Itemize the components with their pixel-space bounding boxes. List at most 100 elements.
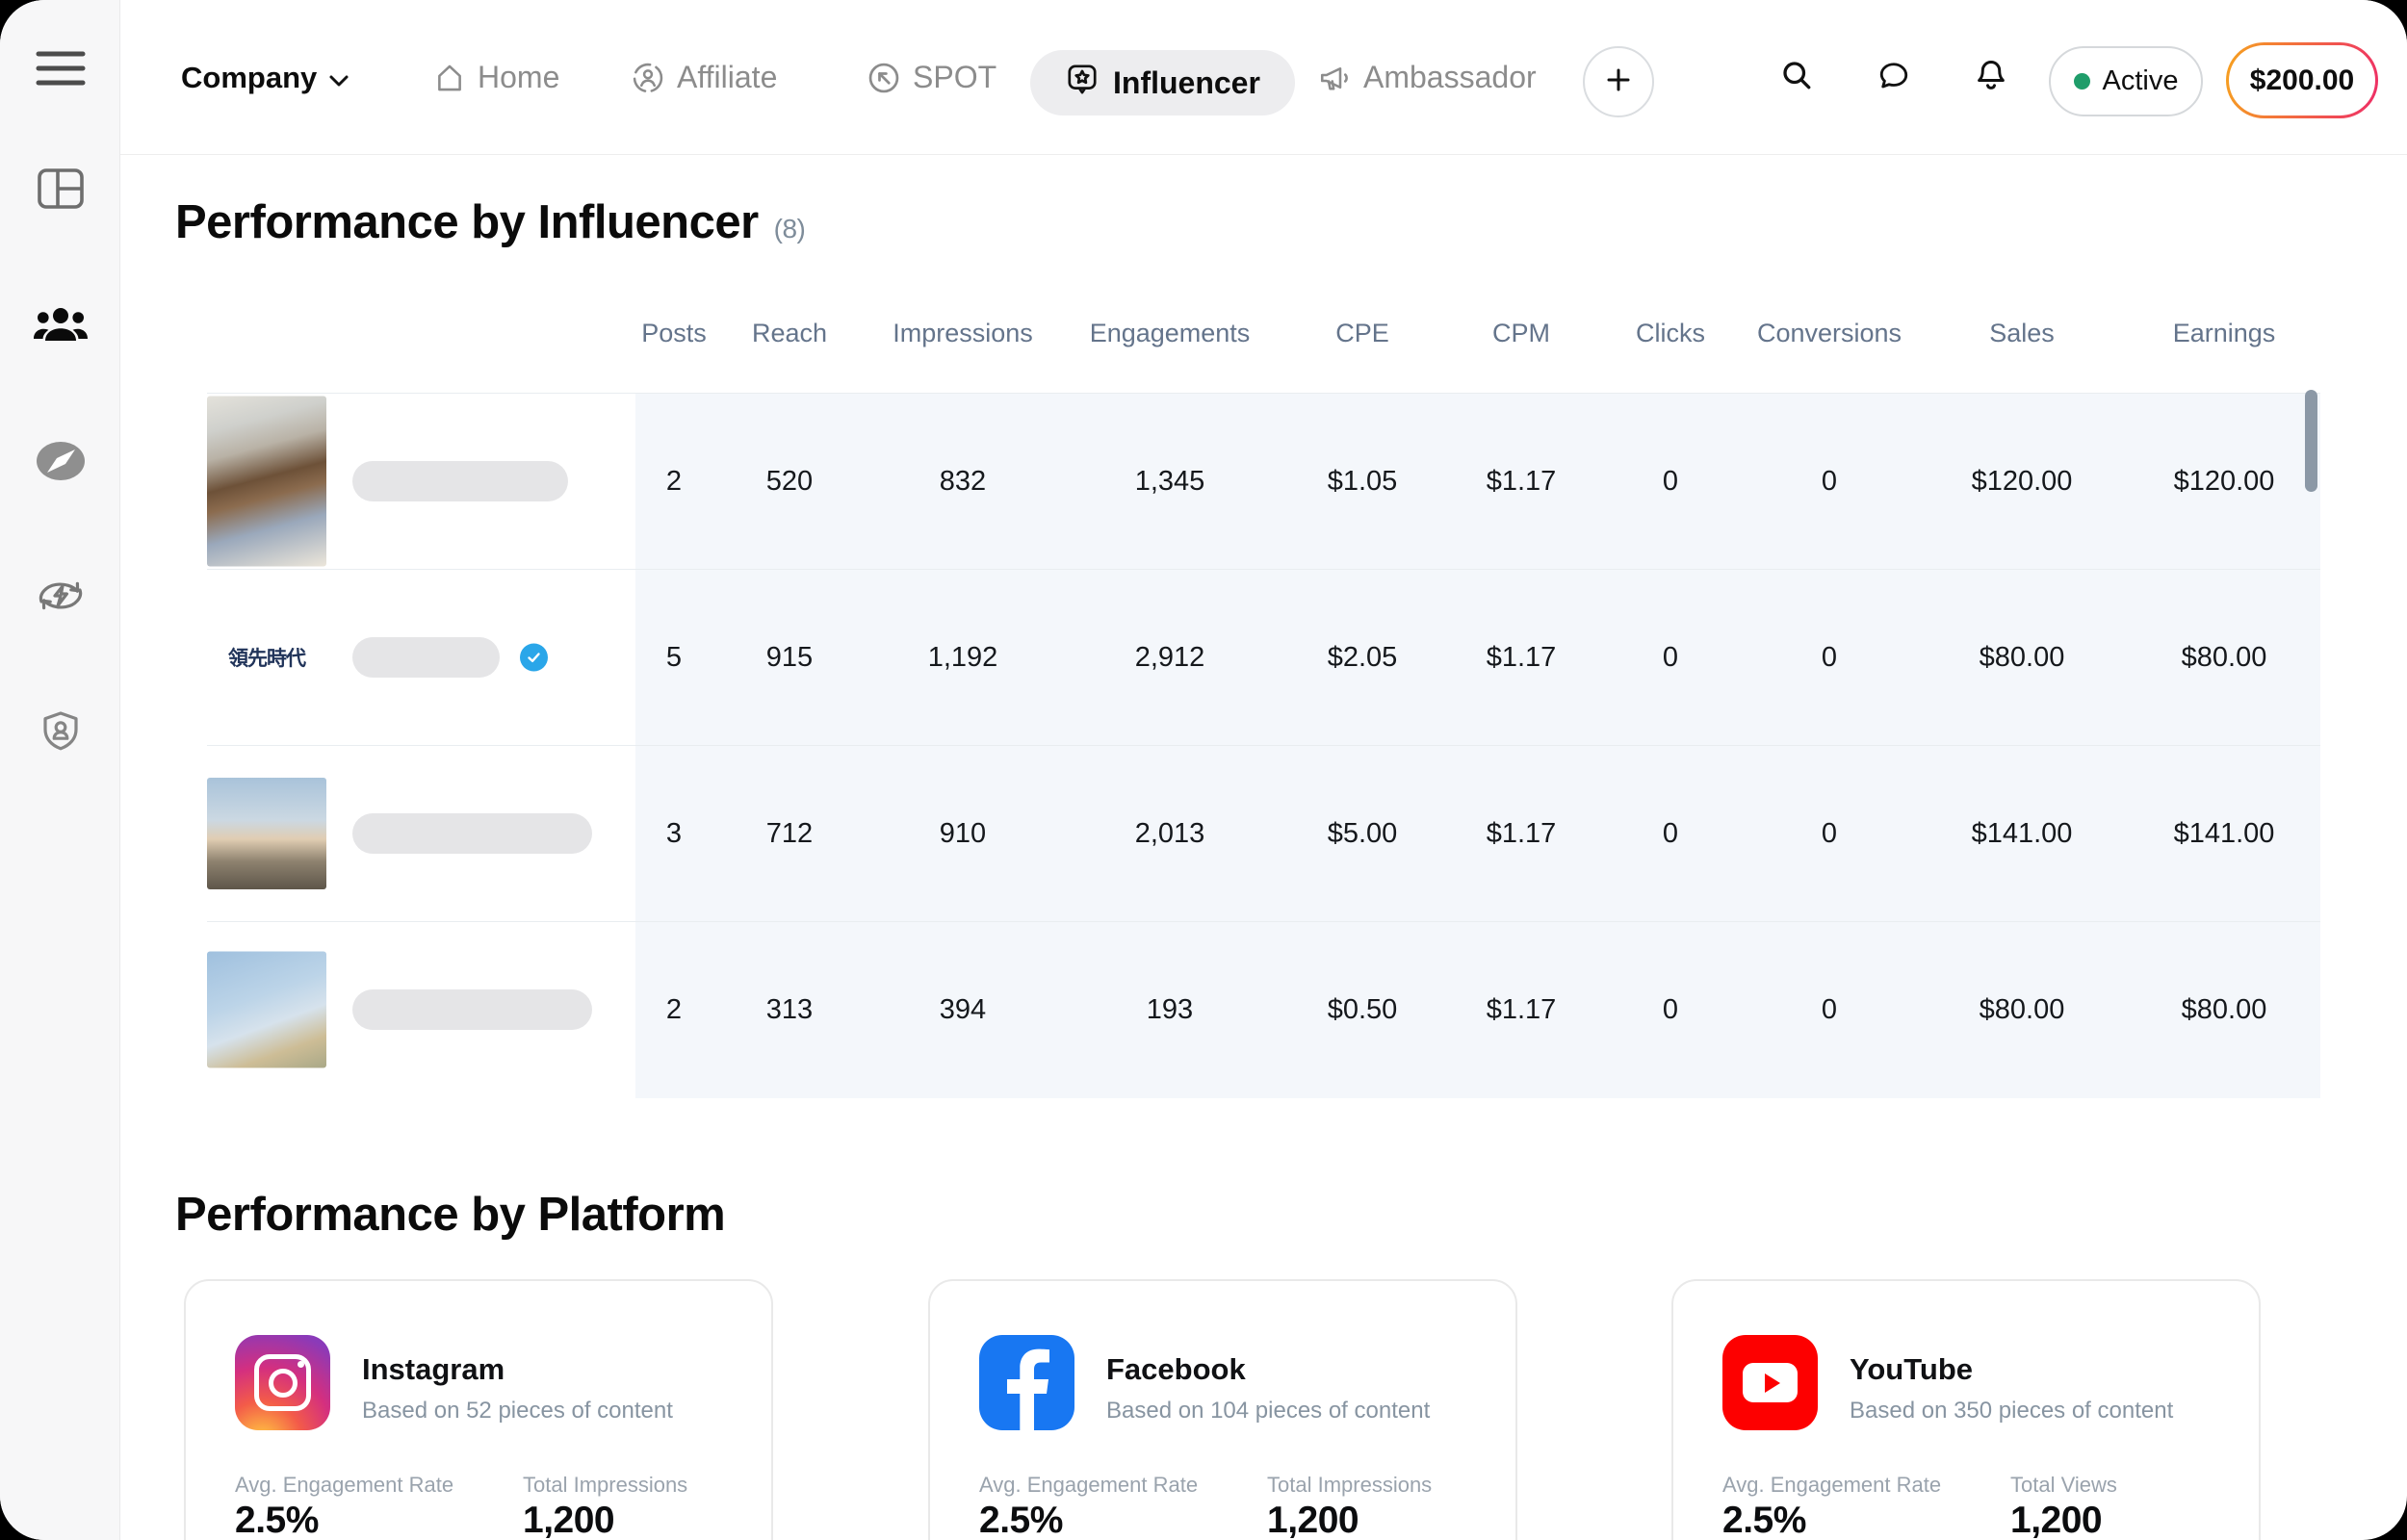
- sidebar-item-security[interactable]: [0, 697, 120, 766]
- stat-value-impressions: 1,200: [523, 1500, 614, 1540]
- stat-label-views: Total Views: [2010, 1473, 2117, 1498]
- cell-reach: 915: [712, 642, 867, 674]
- sidebar-item-dashboard[interactable]: [0, 154, 120, 223]
- company-selector[interactable]: Company: [181, 0, 349, 155]
- cell-cpe: $0.50: [1281, 994, 1444, 1026]
- sidebar-item-discover[interactable]: [0, 426, 120, 496]
- row-metrics: 3 712 910 2,013 $5.00 $1.17 0 0 $141.00 …: [635, 746, 2320, 921]
- cell-posts: 5: [635, 642, 712, 674]
- influencer-name-skeleton: [352, 813, 592, 854]
- facebook-icon: [979, 1335, 1074, 1430]
- instagram-icon: [235, 1335, 330, 1430]
- sync-bolt-icon: [36, 576, 86, 616]
- table-scrollbar[interactable]: [2305, 390, 2317, 492]
- cell-earnings: $80.00: [2128, 994, 2320, 1026]
- balance-amount: $200.00: [2250, 64, 2354, 97]
- influencer-name-skeleton: [352, 461, 568, 501]
- tab-ambassador[interactable]: Ambassador: [1317, 0, 1537, 155]
- company-label: Company: [181, 61, 317, 95]
- sidebar-item-influencers[interactable]: [0, 289, 120, 358]
- stat-value-engagement: 2.5%: [979, 1500, 1063, 1540]
- tab-home[interactable]: Home: [433, 0, 559, 155]
- status-selector[interactable]: Active: [2049, 46, 2203, 116]
- search-button[interactable]: [1768, 0, 1825, 155]
- spot-arrow-icon: [867, 61, 901, 95]
- cell-posts: 3: [635, 818, 712, 850]
- col-conversions: Conversions: [1743, 319, 1916, 348]
- table-header-row: Posts Reach Impressions Engagements CPE …: [635, 319, 2320, 348]
- tab-home-label: Home: [478, 60, 559, 95]
- balance-button[interactable]: $200.00: [2226, 42, 2378, 118]
- table-row[interactable]: 2 313 394 193 $0.50 $1.17 0 0 $80.00 $80…: [207, 921, 2320, 1097]
- people-group-icon: [33, 304, 89, 343]
- cell-cpm: $1.17: [1444, 466, 1598, 498]
- cell-impressions: 910: [867, 818, 1059, 850]
- influencer-avatar: [207, 397, 326, 567]
- influencer-avatar: [207, 952, 326, 1068]
- platform-name: YouTube: [1850, 1352, 1973, 1387]
- cell-earnings: $141.00: [2128, 818, 2320, 850]
- plus-icon: [1604, 65, 1633, 99]
- row-metrics: 2 313 394 193 $0.50 $1.17 0 0 $80.00 $80…: [635, 922, 2320, 1097]
- cell-conversions: 0: [1743, 994, 1916, 1026]
- influencer-count: (8): [774, 214, 806, 244]
- instagram-camera-dot: [298, 1361, 304, 1368]
- influencer-section-title-text: Performance by Influencer: [175, 196, 759, 248]
- table-row[interactable]: 2 520 832 1,345 $1.05 $1.17 0 0 $120.00 …: [207, 393, 2320, 569]
- cell-reach: 712: [712, 818, 867, 850]
- col-sales: Sales: [1916, 319, 2128, 348]
- stat-label-impressions: Total Impressions: [523, 1473, 687, 1498]
- cell-sales: $80.00: [1916, 994, 2128, 1026]
- cell-conversions: 0: [1743, 466, 1916, 498]
- col-earnings: Earnings: [2128, 319, 2320, 348]
- cell-impressions: 1,192: [867, 642, 1059, 674]
- cell-engagements: 193: [1059, 994, 1281, 1026]
- stat-label-impressions: Total Impressions: [1267, 1473, 1432, 1498]
- tab-spot[interactable]: SPOT: [867, 0, 996, 155]
- tab-influencer-label: Influencer: [1113, 65, 1260, 101]
- chevron-down-icon: [328, 61, 349, 95]
- influencer-section-title: Performance by Influencer (8): [175, 195, 805, 249]
- stat-value-impressions: 1,200: [1267, 1500, 1359, 1540]
- bell-icon: [1973, 57, 2009, 98]
- table-row[interactable]: 領先時代 5 915 1,192 2,912 $2.05 $1.17 0 0 $…: [207, 569, 2320, 745]
- col-reach: Reach: [712, 319, 867, 348]
- col-posts: Posts: [635, 319, 712, 348]
- messages-button[interactable]: [1865, 0, 1923, 155]
- cell-earnings: $80.00: [2128, 642, 2320, 674]
- home-icon: [433, 62, 466, 94]
- cell-cpm: $1.17: [1444, 818, 1598, 850]
- stat-value-views: 1,200: [2010, 1500, 2102, 1540]
- influencer-avatar-logo: 領先時代: [207, 619, 326, 696]
- status-label: Active: [2103, 65, 2179, 97]
- cell-conversions: 0: [1743, 818, 1916, 850]
- tab-affiliate[interactable]: Affiliate: [631, 0, 777, 155]
- chat-bubble-icon: [1876, 58, 1911, 97]
- add-tab-button[interactable]: [1583, 46, 1654, 117]
- hamburger-menu-button[interactable]: [0, 34, 120, 103]
- cell-posts: 2: [635, 994, 712, 1026]
- cell-posts: 2: [635, 466, 712, 498]
- top-navigation: Company Home Affiliate SPOT: [120, 0, 2407, 155]
- influencer-badge-icon: [1065, 62, 1100, 104]
- platform-card-youtube: YouTube Based on 350 pieces of content A…: [1671, 1279, 2261, 1540]
- notifications-button[interactable]: [1962, 0, 2020, 155]
- cell-cpm: $1.17: [1444, 642, 1598, 674]
- cell-cpe: $2.05: [1281, 642, 1444, 674]
- instagram-camera-lens: [269, 1369, 298, 1398]
- table-row[interactable]: 3 712 910 2,013 $5.00 $1.17 0 0 $141.00 …: [207, 745, 2320, 921]
- dashboard-layout-icon: [37, 167, 85, 210]
- col-impressions: Impressions: [867, 319, 1059, 348]
- cell-cpm: $1.17: [1444, 994, 1598, 1026]
- facebook-f-glyph: [1002, 1348, 1052, 1430]
- tab-influencer-active[interactable]: Influencer: [1030, 50, 1295, 116]
- influencer-table: 2 520 832 1,345 $1.05 $1.17 0 0 $120.00 …: [207, 393, 2320, 1098]
- stat-value-engagement: 2.5%: [235, 1500, 319, 1540]
- search-icon: [1779, 58, 1814, 97]
- sidebar: [0, 0, 120, 1540]
- shield-person-icon: [38, 708, 84, 755]
- cell-engagements: 2,912: [1059, 642, 1281, 674]
- sidebar-item-automation[interactable]: [0, 561, 120, 630]
- tab-ambassador-label: Ambassador: [1363, 60, 1537, 95]
- row-metrics: 2 520 832 1,345 $1.05 $1.17 0 0 $120.00 …: [635, 394, 2320, 569]
